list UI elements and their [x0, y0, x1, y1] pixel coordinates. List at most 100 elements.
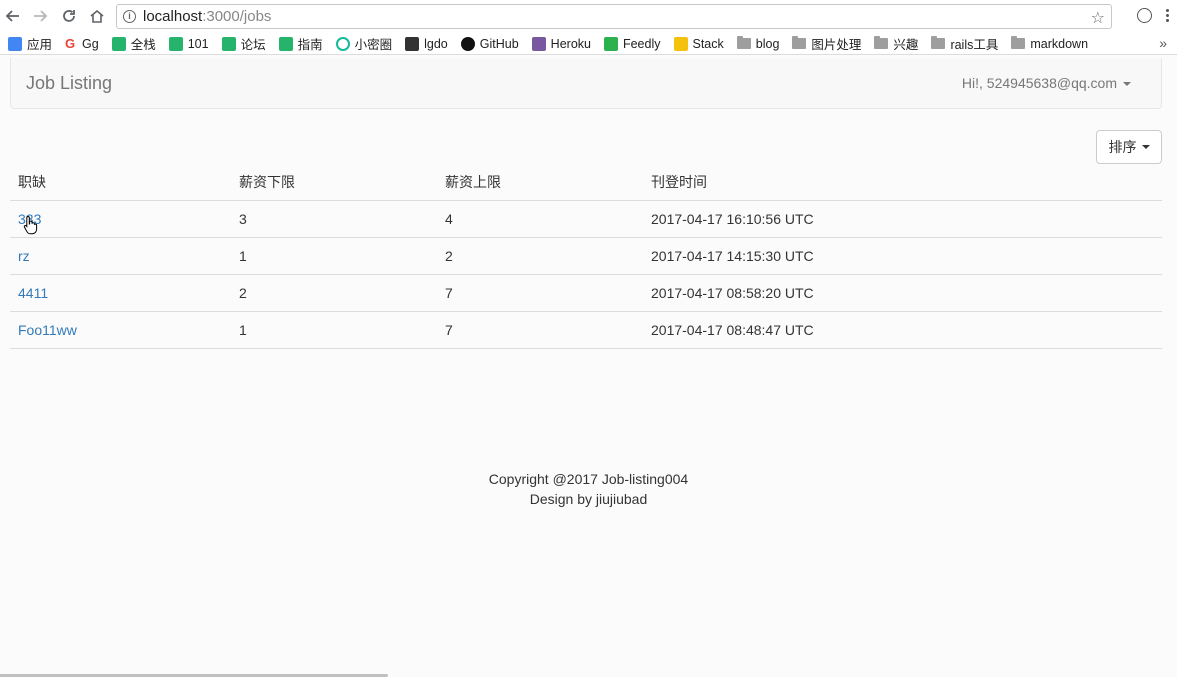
- job-title-cell: 333: [10, 200, 231, 238]
- created-at-cell: 2017-04-17 14:15:30 UTC: [643, 237, 1162, 275]
- app-navbar: Job Listing Hi!, 524945638@qq.com: [10, 58, 1162, 109]
- bookmark-label: 小密圈: [354, 38, 393, 52]
- created-at-value: 2017-04-17 08:58:20 UTC: [651, 284, 814, 301]
- header-created-at: 刊登时间: [643, 164, 1162, 201]
- wage-upper-cell: 7: [437, 274, 643, 312]
- table-row: 333342017-04-17 16:10:56 UTC: [10, 200, 1162, 238]
- bookmark-star-icon[interactable]: ☆: [1091, 8, 1105, 28]
- bookmark-item[interactable]: rails工具: [931, 34, 998, 53]
- bookmark-label: Stack: [692, 36, 724, 51]
- leaf-icon: [221, 36, 236, 51]
- home-icon[interactable]: [84, 3, 110, 29]
- bookmark-item[interactable]: 指南: [278, 34, 323, 53]
- bookmark-label: GitHub: [479, 36, 519, 51]
- job-title-cell: Foo11ww: [10, 311, 231, 349]
- wage-lower-cell: 1: [231, 311, 437, 349]
- circle-icon: [335, 36, 350, 51]
- extension-icon[interactable]: [1137, 8, 1152, 23]
- bookmark-label: 指南: [297, 38, 323, 52]
- user-email: Hi!, 524945638@qq.com: [961, 75, 1117, 91]
- bookmark-label: 论坛: [240, 38, 266, 52]
- bookmark-item[interactable]: Stack: [673, 36, 724, 51]
- wage-lower-value: 2: [239, 284, 247, 301]
- page-footer: Copyright @2017 Job-listing004 Design by…: [0, 469, 1177, 509]
- job-title-cell: 4411: [10, 274, 231, 312]
- wage-lower-cell: 1: [231, 237, 437, 275]
- url-path: :3000/jobs: [202, 8, 272, 25]
- github-icon: [460, 36, 475, 51]
- bookmark-item[interactable]: Feedly: [603, 36, 661, 51]
- created-at-cell: 2017-04-17 08:58:20 UTC: [643, 274, 1162, 312]
- bookmark-item[interactable]: 图片处理: [792, 34, 861, 53]
- folder-icon: [1011, 36, 1026, 49]
- table-row: 4411 2 7 2017-04-17 08:58:20 UTC: [10, 274, 1162, 312]
- job-title-cell: rz: [10, 237, 231, 275]
- wage-lower-value: 3: [239, 210, 247, 227]
- bookmark-item[interactable]: markdown: [1011, 36, 1088, 51]
- bookmark-label: 应用: [27, 38, 53, 52]
- brand-link[interactable]: Job Listing: [26, 73, 112, 94]
- table-row: Foo11ww 1 7 2017-04-17 08:48:47 UTC: [10, 311, 1162, 349]
- url-host: localhost: [143, 8, 203, 25]
- bookmark-item[interactable]: 论坛: [221, 34, 266, 53]
- bookmark-item[interactable]: blog: [736, 36, 780, 51]
- caret-down-icon: [1141, 145, 1150, 149]
- sort-button-label: 排序: [1108, 139, 1137, 155]
- reload-icon[interactable]: [56, 3, 82, 29]
- bookmark-label: blog: [755, 36, 780, 51]
- user-dropdown[interactable]: Hi!, 524945638@qq.com: [962, 75, 1131, 91]
- footer-copyright: Copyright @2017 Job-listing004: [488, 471, 689, 487]
- bookmark-label: Gg: [82, 36, 99, 51]
- header-wage-lower: 薪资下限: [231, 164, 437, 201]
- bookmark-label: Heroku: [550, 36, 591, 51]
- bookmarks-more-icon[interactable]: »: [1159, 35, 1167, 51]
- bookmark-item[interactable]: 兴趣: [874, 34, 918, 53]
- wage-upper-cell: 4: [437, 200, 643, 238]
- job-title-link[interactable]: rz: [18, 248, 30, 264]
- bookmark-item[interactable]: 小密圈: [335, 34, 393, 53]
- forward-arrow-icon[interactable]: [27, 3, 53, 29]
- jobs-table: 职缺 薪资下限 薪资上限 刊登时间 333342017-04-17 16:10:…: [10, 164, 1162, 349]
- created-at-cell: 2017-04-17 08:48:47 UTC: [643, 311, 1162, 349]
- caret-down-icon: [1123, 82, 1131, 87]
- bookmark-item[interactable]: 应用: [8, 34, 52, 53]
- bookmark-item[interactable]: 全栈: [111, 34, 156, 53]
- leaf-icon: [278, 36, 293, 51]
- wage-upper-value: 4: [445, 210, 453, 227]
- back-arrow-icon[interactable]: [0, 3, 26, 29]
- bookmark-label: 图片处理: [811, 38, 862, 52]
- wage-lower-value: 1: [239, 247, 247, 264]
- bookmark-item[interactable]: G Gg: [65, 36, 99, 51]
- apps-grid-icon: [8, 36, 22, 51]
- fullstack-icon: [111, 36, 126, 51]
- wage-lower-value: 1: [239, 321, 247, 338]
- bookmark-item[interactable]: lgdo: [405, 36, 448, 51]
- wage-lower-cell: 2: [231, 274, 437, 312]
- wage-upper-value: 7: [445, 321, 453, 338]
- created-at-value: 2017-04-17 14:15:30 UTC: [651, 247, 814, 264]
- bookmark-item[interactable]: GitHub: [460, 36, 519, 51]
- job-title-link[interactable]: 4411: [18, 285, 48, 301]
- table-row: rz 1 2 2017-04-17 14:15:30 UTC: [10, 237, 1162, 275]
- folder-icon: [931, 36, 946, 49]
- bookmark-label: Feedly: [622, 36, 661, 51]
- fullstack-icon: [168, 36, 183, 51]
- folder-icon: [792, 36, 807, 49]
- job-title-link[interactable]: Foo11ww: [18, 322, 77, 338]
- info-icon[interactable]: i: [123, 10, 136, 23]
- sort-dropdown-button[interactable]: 排序: [1096, 130, 1162, 164]
- wage-upper-cell: 7: [437, 311, 643, 349]
- wage-upper-value: 2: [445, 247, 453, 264]
- created-at-cell: 2017-04-17 16:10:56 UTC: [643, 200, 1162, 238]
- header-wage-upper: 薪资上限: [437, 164, 643, 201]
- bookmark-item[interactable]: 101: [168, 36, 209, 51]
- bookmark-label: rails工具: [950, 38, 999, 52]
- bookmark-label: 兴趣: [893, 38, 919, 52]
- lgdo-icon: [405, 36, 420, 51]
- browser-toolbar: i localhost:3000/jobs ☆: [0, 0, 1177, 33]
- bookmark-label: lgdo: [424, 36, 448, 51]
- menu-kebab-icon[interactable]: [1166, 9, 1169, 22]
- address-bar[interactable]: i localhost:3000/jobs ☆: [116, 4, 1112, 29]
- feedly-icon: [603, 36, 618, 51]
- bookmark-item[interactable]: Heroku: [531, 36, 591, 51]
